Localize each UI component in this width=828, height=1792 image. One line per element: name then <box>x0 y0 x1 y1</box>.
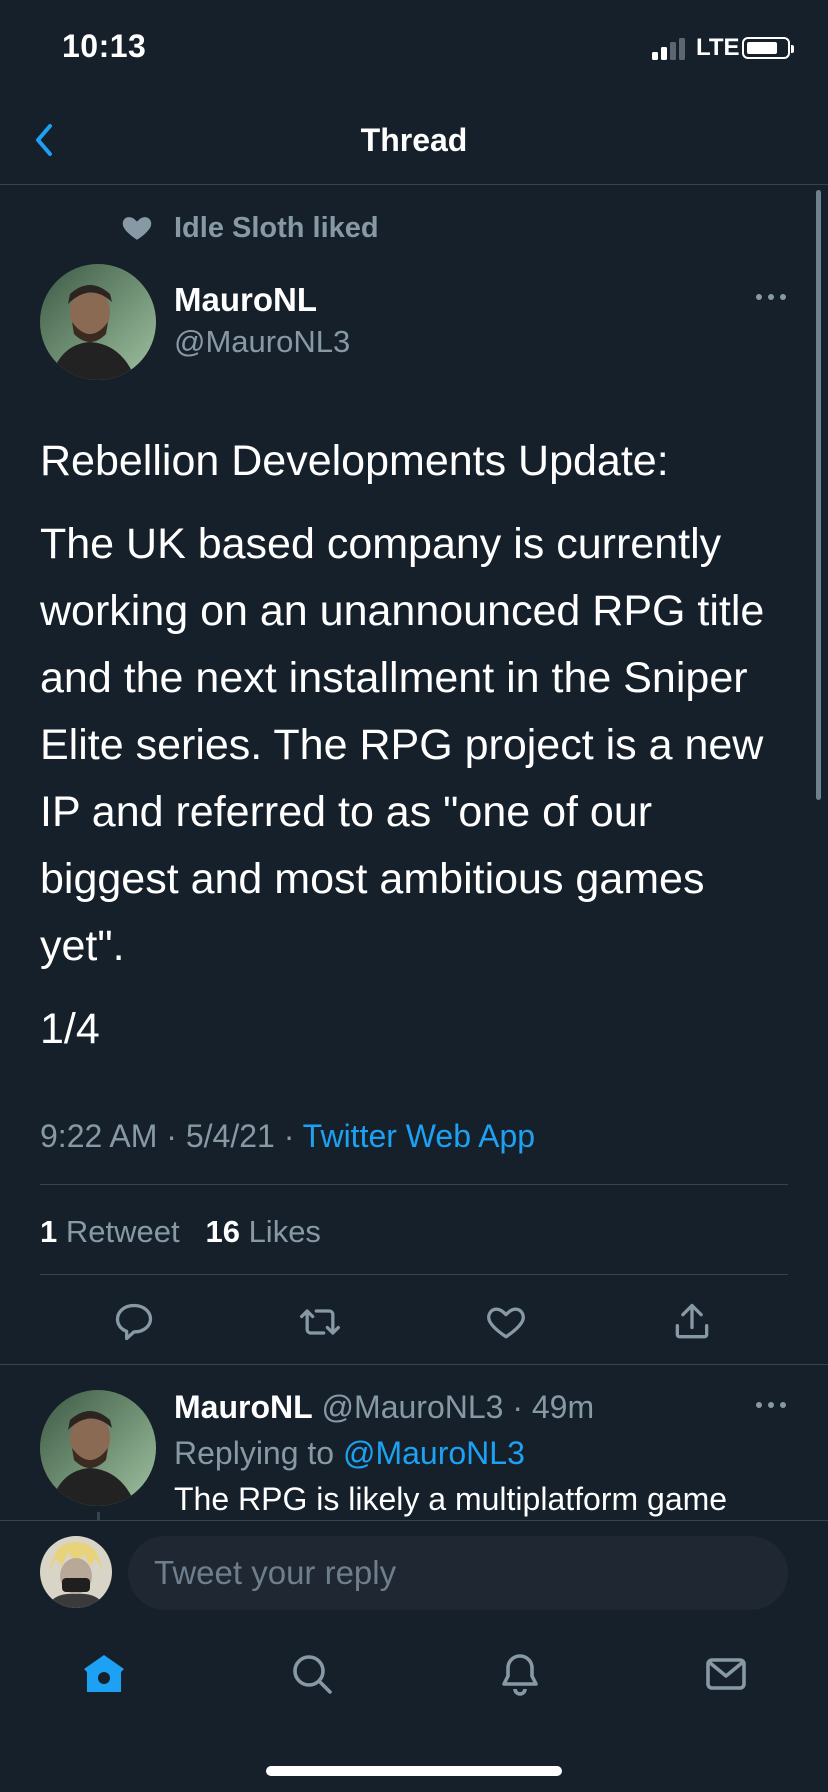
network-label: LTE <box>696 34 740 61</box>
share-icon[interactable] <box>670 1300 714 1344</box>
tweet-paragraph: 1/4 <box>40 1005 100 1053</box>
reply-text: The RPG is likely a multiplatform game <box>174 1481 728 1517</box>
tweet-time: 9:22 AM <box>40 1118 158 1154</box>
status-time: 10:13 <box>62 28 147 64</box>
retweets-stat[interactable]: 1 Retweet <box>40 1214 180 1249</box>
scrollbar[interactable] <box>816 190 821 800</box>
likes-stat[interactable]: 16 Likes <box>205 1214 320 1249</box>
social-context-label[interactable]: Idle Sloth liked <box>174 210 379 246</box>
retweet-icon[interactable] <box>298 1300 342 1344</box>
search-icon[interactable] <box>288 1650 336 1698</box>
reply-author-name[interactable]: MauroNL <box>174 1389 313 1425</box>
reply-author-handle[interactable]: @MauroNL3 <box>322 1389 504 1425</box>
reply-header: MauroNL @MauroNL3 · 49m <box>174 1389 595 1425</box>
reply-age: 49m <box>531 1389 595 1425</box>
reply-icon[interactable] <box>112 1300 156 1344</box>
tweet-source-link[interactable]: Twitter Web App <box>303 1118 535 1154</box>
cellular-signal-icon <box>652 38 685 60</box>
notifications-icon[interactable] <box>496 1650 544 1698</box>
replying-prefix: Replying to <box>174 1435 335 1471</box>
avatar[interactable] <box>40 1390 156 1506</box>
avatar-image <box>40 1536 112 1608</box>
chevron-left-icon[interactable] <box>30 118 60 162</box>
tweet-text: Rebellion Developments Update: The UK ba… <box>40 428 800 1079</box>
tweet-paragraph: The UK based company is currently workin… <box>40 520 765 970</box>
home-indicator[interactable] <box>266 1766 562 1776</box>
messages-icon[interactable] <box>702 1650 750 1698</box>
like-icon[interactable] <box>484 1300 528 1344</box>
tweet-date: 5/4/21 <box>185 1118 275 1154</box>
replying-to-link[interactable]: @MauroNL3 <box>343 1435 525 1471</box>
heart-icon <box>122 217 152 240</box>
like-label: Likes <box>248 1214 321 1249</box>
tweet-meta: 9:22 AM · 5/4/21 · Twitter Web App <box>40 1118 536 1154</box>
avatar[interactable] <box>40 264 156 380</box>
retweet-label: Retweet <box>65 1214 180 1249</box>
home-icon[interactable] <box>80 1650 128 1698</box>
divider <box>0 1364 828 1365</box>
author-handle[interactable]: @MauroNL3 <box>174 322 350 362</box>
avatar-image <box>40 1390 156 1506</box>
reply-input[interactable] <box>128 1536 788 1610</box>
author-name[interactable]: MauroNL <box>174 280 317 320</box>
battery-icon <box>742 37 794 59</box>
replying-to: Replying to @MauroNL3 <box>174 1432 525 1474</box>
page-title: Thread <box>360 122 468 158</box>
like-count: 16 <box>205 1214 240 1249</box>
status-bar: 10:13 LTE <box>0 0 828 100</box>
more-icon[interactable] <box>754 290 788 304</box>
avatar-image <box>40 264 156 380</box>
my-avatar[interactable] <box>40 1536 112 1608</box>
retweet-count: 1 <box>40 1214 58 1249</box>
divider <box>40 1184 788 1185</box>
more-icon[interactable] <box>754 1398 788 1412</box>
divider <box>40 1274 788 1275</box>
tweet-paragraph: Rebellion Developments Update: <box>40 437 669 485</box>
tweet-stats: 1 Retweet 16 Likes <box>40 1210 321 1254</box>
